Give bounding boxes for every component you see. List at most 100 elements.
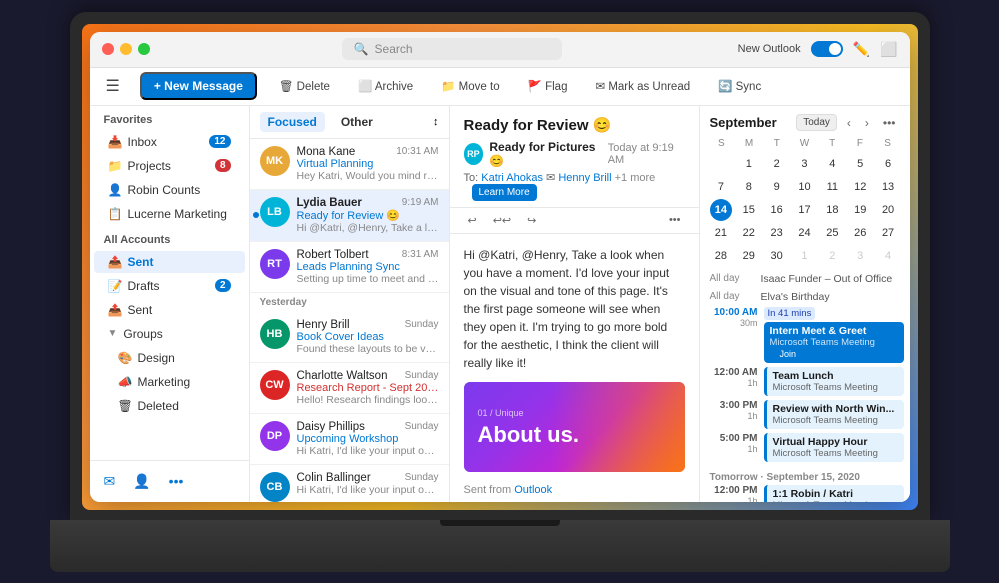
mail-subject: Leads Planning Sync <box>297 261 439 273</box>
all-day-label: All day <box>710 291 755 302</box>
cal-day[interactable]: 18 <box>821 199 843 221</box>
mail-item[interactable]: MK Mona Kane 10:31 AM Virtual Planning H… <box>250 139 449 190</box>
cal-day[interactable]: 20 <box>877 199 899 221</box>
archive-button[interactable]: ⬜ Archive <box>352 75 419 97</box>
hamburger-button[interactable]: ☰ <box>102 72 124 100</box>
reply-all-button[interactable]: ↩↩ <box>489 212 515 229</box>
mail-nav-button[interactable]: ✉ <box>98 469 122 494</box>
cal-day[interactable]: 19 <box>849 199 871 221</box>
cal-day[interactable]: 5 <box>849 153 871 175</box>
tab-other[interactable]: Other <box>333 112 381 132</box>
more-actions-button[interactable]: ••• <box>665 212 685 228</box>
cal-day[interactable]: 12 <box>849 176 871 198</box>
expand-icon[interactable]: ⬜ <box>880 41 897 58</box>
cal-day[interactable]: 30 <box>766 245 788 267</box>
cal-day[interactable]: 21 <box>710 222 732 244</box>
sidebar-item-sent2[interactable]: 📤 Sent <box>94 299 245 321</box>
mail-item[interactable]: CW Charlotte Waltson Sunday Research Rep… <box>250 363 449 414</box>
cal-day[interactable]: 10 <box>793 176 815 198</box>
cal-day[interactable]: 26 <box>849 222 871 244</box>
sidebar-item-marketing[interactable]: 📣 Marketing <box>94 371 245 393</box>
sidebar-item-lucerne[interactable]: 📋 Lucerne Marketing <box>94 203 245 225</box>
search-box[interactable]: 🔍 Search <box>342 38 562 60</box>
tab-focused[interactable]: Focused <box>260 112 325 132</box>
cal-day[interactable]: 3 <box>793 153 815 175</box>
delete-button[interactable]: 🗑 Delete <box>273 75 336 97</box>
sidebar-item-inbox[interactable]: 📥 Inbox 12 <box>94 131 245 153</box>
sidebar-item-design[interactable]: 🎨 Design <box>94 347 245 369</box>
cal-day[interactable]: 23 <box>766 222 788 244</box>
cal-day[interactable]: 4 <box>877 245 899 267</box>
sidebar-item-sent[interactable]: 📤 Sent <box>94 251 245 273</box>
cal-header-m: M <box>735 136 763 151</box>
calendar-next-button[interactable]: › <box>861 114 873 132</box>
compose-icon[interactable]: ✏️ <box>853 41 870 58</box>
sidebar-item-robin[interactable]: 👤 Robin Counts <box>94 179 245 201</box>
cal-day[interactable]: 2 <box>766 153 788 175</box>
cal-day[interactable]: 13 <box>877 176 899 198</box>
calendar-prev-button[interactable]: ‹ <box>843 114 855 132</box>
people-nav-button[interactable]: 👤 <box>127 469 156 494</box>
event-card-lunch[interactable]: Team Lunch Microsoft Teams Meeting <box>764 367 904 396</box>
sent-from: Sent from Outlook <box>464 482 685 499</box>
mark-unread-button[interactable]: ✉ Mark as Unread <box>589 75 696 97</box>
new-outlook-toggle[interactable] <box>811 41 843 57</box>
mail-item[interactable]: LB Lydia Bauer 9:19 AM Ready for Review … <box>250 190 449 242</box>
mail-item[interactable]: HB Henry Brill Sunday Book Cover Ideas F… <box>250 312 449 363</box>
event-card-happy-hour[interactable]: Virtual Happy Hour Microsoft Teams Meeti… <box>764 433 904 462</box>
more-nav-button[interactable]: ••• <box>163 469 190 494</box>
flag-button[interactable]: 🚩 Flag <box>522 75 574 97</box>
cal-day[interactable]: 11 <box>821 176 843 198</box>
calendar-today-button[interactable]: Today <box>796 114 837 131</box>
new-message-button[interactable]: + New Message <box>140 72 257 100</box>
mail-sender: Colin Ballinger <box>297 472 371 484</box>
cal-day[interactable]: 15 <box>738 199 760 221</box>
cal-day[interactable]: 7 <box>710 176 732 198</box>
cal-day[interactable] <box>710 153 732 175</box>
cal-day[interactable]: 28 <box>710 245 732 267</box>
sync-button[interactable]: 🔄 Sync <box>712 75 767 97</box>
cal-day[interactable]: 29 <box>738 245 760 267</box>
mail-time: Sunday <box>405 421 439 433</box>
sidebar-item-drafts[interactable]: 📝 Drafts 2 <box>94 275 245 297</box>
event-card-review[interactable]: Review with North Win... Microsoft Teams… <box>764 400 904 429</box>
cal-day[interactable]: 17 <box>793 199 815 221</box>
sidebar-item-deleted[interactable]: 🗑 Deleted <box>94 395 245 417</box>
cal-day[interactable]: 3 <box>849 245 871 267</box>
event-card-intern[interactable]: Intern Meet & Greet Microsoft Teams Meet… <box>764 322 904 363</box>
mail-subject: Book Cover Ideas <box>297 331 439 343</box>
cal-day[interactable]: 27 <box>877 222 899 244</box>
reply-button[interactable]: ↩ <box>464 212 481 229</box>
timed-event: 12:00 PM 1h 1:1 Robin / Katri Microsoft … <box>706 485 904 502</box>
join-button[interactable]: Join <box>774 348 803 360</box>
sidebar-bottom: ✉ 👤 ••• <box>90 460 249 502</box>
cal-day[interactable]: 24 <box>793 222 815 244</box>
minimize-window-button[interactable] <box>120 43 132 55</box>
cal-day[interactable]: 4 <box>821 153 843 175</box>
sort-icon[interactable]: ↕ <box>433 116 439 128</box>
mail-item[interactable]: DP Daisy Phillips Sunday Upcoming Worksh… <box>250 414 449 465</box>
cal-day[interactable]: 25 <box>821 222 843 244</box>
sidebar-groups-toggle[interactable]: ▼ Groups <box>94 323 245 345</box>
mail-item[interactable]: CB Colin Ballinger Sunday Hi Katri, I'd … <box>250 465 449 502</box>
mail-item[interactable]: RT Robert Tolbert 8:31 AM Leads Planning… <box>250 242 449 293</box>
calendar-more-button[interactable]: ••• <box>879 114 900 132</box>
close-window-button[interactable] <box>102 43 114 55</box>
cal-day[interactable]: 22 <box>738 222 760 244</box>
fullscreen-window-button[interactable] <box>138 43 150 55</box>
cal-day[interactable]: 1 <box>738 153 760 175</box>
learn-more-button[interactable]: Learn More <box>472 184 537 201</box>
sidebar-item-projects[interactable]: 📁 Projects 8 <box>94 155 245 177</box>
cal-day[interactable]: 9 <box>766 176 788 198</box>
cal-day[interactable]: 1 <box>793 245 815 267</box>
cal-day-today[interactable]: 14 <box>710 199 732 221</box>
cal-day[interactable]: 8 <box>738 176 760 198</box>
sidebar-sent2-label: Sent <box>128 303 153 317</box>
cal-day[interactable]: 2 <box>821 245 843 267</box>
move-to-button[interactable]: 📁 Move to <box>435 75 505 97</box>
forward-button[interactable]: ↪ <box>523 212 540 229</box>
cal-day[interactable]: 16 <box>766 199 788 221</box>
cal-day[interactable]: 6 <box>877 153 899 175</box>
outlook-link[interactable]: Outlook <box>514 484 552 496</box>
event-card-1on1-robin[interactable]: 1:1 Robin / Katri Microsoft Teams Meetin… <box>764 485 904 502</box>
